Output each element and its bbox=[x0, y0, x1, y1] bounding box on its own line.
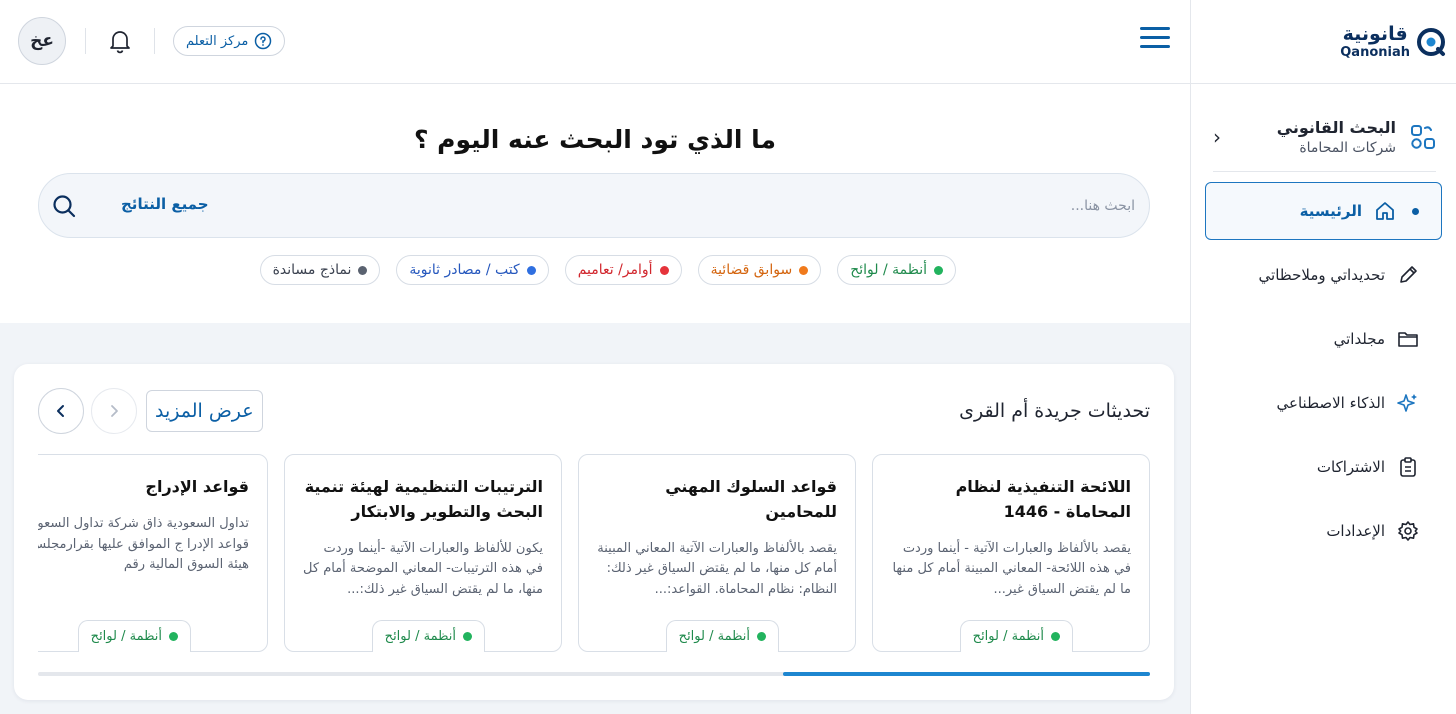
page-title: ما الذي تود البحث عنه اليوم ؟ bbox=[413, 125, 777, 154]
learning-center-button[interactable]: مركز التعلم bbox=[173, 26, 286, 56]
search-bar: جميع النتائج bbox=[38, 173, 1150, 238]
chevron-left-icon bbox=[57, 405, 64, 417]
gear-icon bbox=[1397, 520, 1419, 542]
bell-icon[interactable] bbox=[107, 28, 133, 54]
filter-chip-books[interactable]: كتب / مصادر ثانوية bbox=[396, 255, 549, 285]
updates-title: تحديثات جريدة أم القرى bbox=[959, 400, 1150, 422]
hamburger-menu-icon[interactable] bbox=[1140, 27, 1170, 55]
updates-panel: تحديثات جريدة أم القرى عرض المزيد اللائح… bbox=[14, 364, 1174, 700]
filter-chip-regulations[interactable]: أنظمة / لوائح bbox=[837, 255, 956, 285]
category-dot bbox=[799, 265, 809, 275]
sidebar-item-ai[interactable]: الذكاء الاصطناعي bbox=[1205, 374, 1442, 432]
search-scope-select[interactable]: جميع النتائج bbox=[121, 195, 209, 213]
category-dot bbox=[757, 632, 766, 641]
chevron-right-icon bbox=[111, 405, 118, 417]
chip-label: سوابق قضائية bbox=[710, 262, 793, 278]
card-category-label: أنظمة / لوائح bbox=[90, 629, 162, 644]
research-apps-icon bbox=[1411, 124, 1435, 149]
clipboard-icon bbox=[1397, 456, 1419, 478]
carousel-scrollbar-thumb[interactable] bbox=[783, 672, 1150, 676]
update-card[interactable]: اللائحة التنفيذية لنظام المحاماة - 1446 … bbox=[872, 454, 1150, 652]
pencil-icon bbox=[1397, 264, 1419, 286]
chip-label: كتب / مصادر ثانوية bbox=[409, 262, 520, 278]
category-dot bbox=[659, 265, 669, 275]
card-excerpt: يقصد بالألفاظ والعبارات الآتية - أينما و… bbox=[892, 540, 1131, 598]
card-title: قواعد الإدراج bbox=[145, 477, 249, 496]
filter-chips: أنظمة / لوائح سوابق قضائية أوامر/ تعاميم… bbox=[259, 255, 956, 285]
divider bbox=[85, 28, 86, 54]
section-title: البحث القانوني bbox=[1276, 117, 1396, 137]
sidebar-item-subscriptions[interactable]: الاشتراكات bbox=[1205, 438, 1442, 496]
carousel-prev-button[interactable] bbox=[91, 388, 137, 434]
card-category-badge: أنظمة / لوائح bbox=[959, 620, 1073, 652]
sidebar-nav: الرئيسية تحديداتي وملاحظاتي مجلداتي الذك… bbox=[1205, 182, 1442, 566]
legal-research-switcher[interactable]: البحث القانوني شركات المحاماة ‹ bbox=[1213, 108, 1436, 172]
help-circle-icon bbox=[255, 32, 272, 50]
card-category-badge: أنظمة / لوائح bbox=[665, 620, 779, 652]
category-dot bbox=[463, 632, 472, 641]
active-dot bbox=[1412, 207, 1419, 215]
avatar[interactable]: عخ bbox=[18, 17, 66, 65]
card-category-badge: أنظمة / لوائح bbox=[371, 620, 485, 652]
brand-logo[interactable]: قانونية Qanoniah bbox=[1191, 0, 1456, 84]
card-category-label: أنظمة / لوائح bbox=[972, 629, 1044, 644]
sidebar-item-label: الذكاء الاصطناعي bbox=[1276, 394, 1385, 412]
card-title: الترتيبات التنظيمية لهيئة تنمية البحث وا… bbox=[304, 477, 543, 521]
chip-label: نماذج مساندة bbox=[272, 262, 352, 278]
card-category-badge: أنظمة / لوائح bbox=[77, 620, 191, 652]
sidebar-item-label: تحديداتي وملاحظاتي bbox=[1258, 266, 1385, 284]
card-title: اللائحة التنفيذية لنظام المحاماة - 1446 bbox=[955, 477, 1131, 521]
category-dot bbox=[169, 632, 178, 641]
category-dot bbox=[526, 265, 536, 275]
filter-chip-orders[interactable]: أوامر/ تعاميم bbox=[564, 255, 682, 285]
home-icon bbox=[1374, 200, 1396, 222]
card-category-label: أنظمة / لوائح bbox=[384, 629, 456, 644]
category-dot bbox=[934, 265, 943, 275]
sidebar-item-label: الاشتراكات bbox=[1316, 458, 1385, 476]
sidebar-item-folders[interactable]: مجلداتي bbox=[1205, 310, 1442, 368]
card-excerpt: تداول السعودية ذاق شركة تداول السعودية ق… bbox=[38, 515, 249, 573]
chip-label: أوامر/ تعاميم bbox=[577, 262, 653, 278]
sidebar-item-label: مجلداتي bbox=[1333, 330, 1385, 348]
carousel-scrollbar[interactable] bbox=[38, 672, 1150, 676]
update-card[interactable]: قواعد الإدراج تداول السعودية ذاق شركة تد… bbox=[38, 454, 268, 652]
top-bar: عخ مركز التعلم bbox=[0, 0, 1190, 84]
sidebar-item-highlights[interactable]: تحديداتي وملاحظاتي bbox=[1205, 246, 1442, 304]
brand-name-en: Qanoniah bbox=[1340, 44, 1410, 60]
search-input[interactable] bbox=[375, 186, 1135, 226]
card-excerpt: يكون للألفاظ والعبارات الآتية -أينما ورد… bbox=[303, 540, 543, 598]
sidebar-item-settings[interactable]: الإعدادات bbox=[1205, 502, 1442, 560]
category-dot bbox=[1051, 632, 1060, 641]
sparkle-icon bbox=[1397, 392, 1419, 414]
sidebar-item-label: الإعدادات bbox=[1326, 522, 1385, 540]
divider bbox=[154, 28, 155, 54]
updates-carousel: اللائحة التنفيذية لنظام المحاماة - 1446 … bbox=[38, 454, 1150, 652]
filter-chip-templates[interactable]: نماذج مساندة bbox=[259, 255, 381, 285]
folder-icon bbox=[1397, 328, 1419, 350]
search-icon[interactable] bbox=[51, 193, 77, 219]
learning-center-label: مركز التعلم bbox=[186, 33, 249, 49]
chevron-left-icon[interactable]: ‹ bbox=[1213, 125, 1221, 149]
sidebar: قانونية Qanoniah البحث القانوني شركات ال… bbox=[1190, 0, 1456, 714]
card-excerpt: يقصد بالألفاظ والعبارات الآتية المعاني ا… bbox=[597, 540, 837, 598]
brand-name-ar: قانونية bbox=[1342, 22, 1408, 45]
sidebar-item-label: الرئيسية bbox=[1299, 202, 1362, 220]
card-category-label: أنظمة / لوائح bbox=[678, 629, 750, 644]
search-hero: ما الذي تود البحث عنه اليوم ؟ جميع النتا… bbox=[0, 85, 1190, 323]
sidebar-item-home[interactable]: الرئيسية bbox=[1205, 182, 1442, 240]
section-subtitle: شركات المحاماة bbox=[1299, 139, 1396, 156]
card-title: قواعد السلوك المهني للمحامين bbox=[665, 477, 837, 521]
update-card[interactable]: الترتيبات التنظيمية لهيئة تنمية البحث وا… bbox=[284, 454, 562, 652]
show-more-button[interactable]: عرض المزيد bbox=[146, 390, 263, 432]
chip-label: أنظمة / لوائح bbox=[850, 262, 927, 278]
filter-chip-precedents[interactable]: سوابق قضائية bbox=[697, 255, 822, 285]
update-card[interactable]: قواعد السلوك المهني للمحامين يقصد بالألف… bbox=[578, 454, 856, 652]
category-dot bbox=[358, 265, 368, 275]
logo-mark-icon bbox=[1417, 27, 1445, 56]
carousel-next-button[interactable] bbox=[38, 388, 84, 434]
